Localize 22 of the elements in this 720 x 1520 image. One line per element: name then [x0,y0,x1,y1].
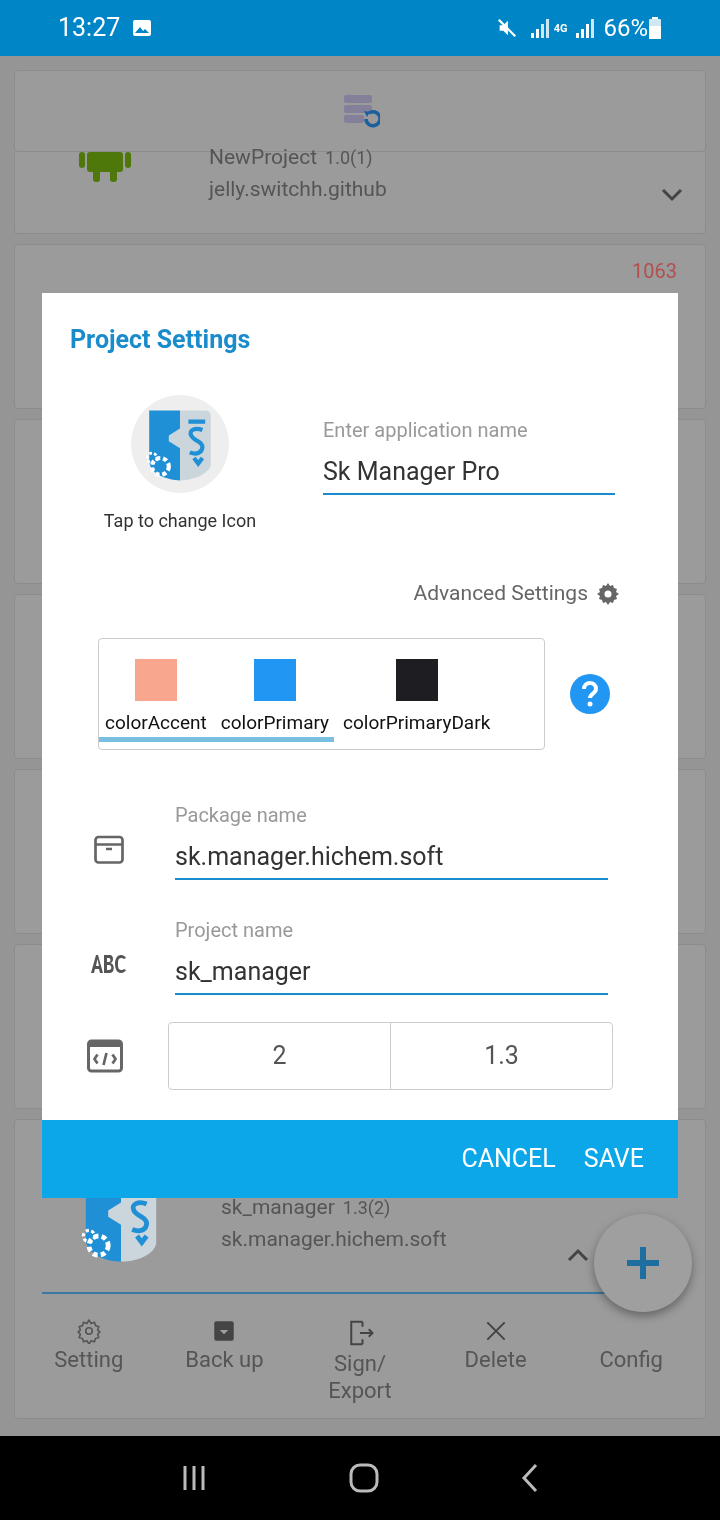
app-name-field[interactable]: Sk Manager Pro [323,453,615,495]
color-item[interactable]: colorPrimaryDark [343,658,491,735]
version-field[interactable]: 2 [168,1021,391,1090]
field-label: Package name [175,802,308,829]
battery-percent: 66% [603,13,648,44]
version-field[interactable]: 1.3 [390,1021,613,1090]
text-field[interactable]: sk.manager.hichem.soft [175,838,608,880]
project-name: sk_manager [221,1194,335,1221]
icon-caption: Tap to change Icon [103,509,257,533]
text-field[interactable]: sk_manager [175,953,608,995]
color-item[interactable]: colorPrimary [220,658,330,735]
network-label: 4G [553,22,568,34]
count-label: 1063 [632,261,677,285]
package-name: sk.manager.hichem.soft [221,1225,447,1253]
project-version: 1.3(2) [342,1196,391,1220]
advanced-settings-button[interactable]: Advanced Settings [413,578,588,610]
dialog-title: Project Settings [69,324,252,355]
color-item[interactable]: colorAccent [105,658,207,735]
field-label: Enter application name [323,417,529,443]
clock: 13:27 [58,12,121,45]
field-label: Project name [175,917,295,944]
package-name: jelly.switchh.github [209,175,387,203]
